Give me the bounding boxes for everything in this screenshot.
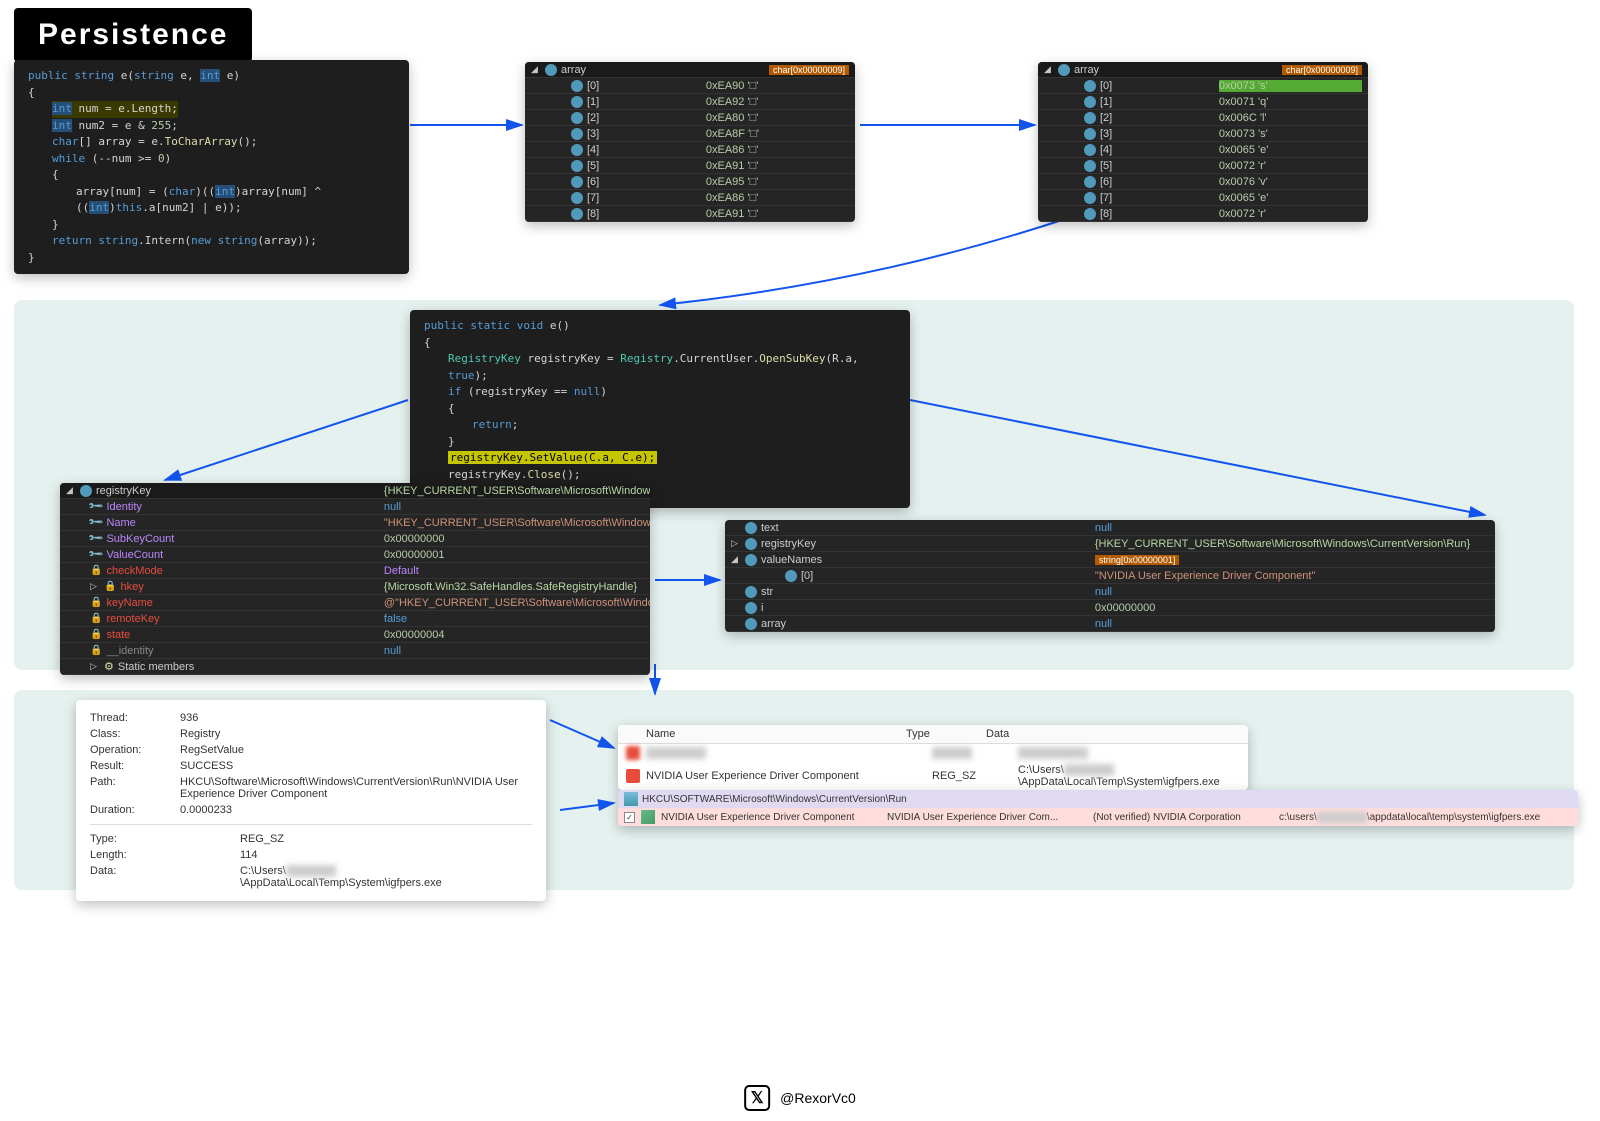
page-title: Persistence <box>14 8 252 62</box>
watch-array-encrypted: ◢arraychar[0x00000009] [0]0xEA90 '□'[1]0… <box>525 62 855 222</box>
procmon-event: Thread:936 Class:Registry Operation:RegS… <box>76 700 546 901</box>
regedit-view: Name Type Data x x x NVIDIA User Experie… <box>618 725 1248 790</box>
autorun-checkbox[interactable]: ✓ <box>624 812 635 823</box>
autoruns-view: HKCU\SOFTWARE\Microsoft\Windows\CurrentV… <box>618 790 1578 826</box>
reg-string-icon <box>626 769 640 783</box>
footer-credit: 𝕏 @RexorVc0 <box>744 1085 856 1111</box>
code-panel-registry: public static void e() { RegistryKey reg… <box>410 310 910 508</box>
x-logo-icon: 𝕏 <box>744 1085 770 1111</box>
watch-array-decrypted: ◢arraychar[0x00000009] [0]0x0073 's'[1]0… <box>1038 62 1368 222</box>
autorun-entry-icon <box>641 810 655 824</box>
code-panel-decrypt: public string e(string e, int e) { int n… <box>14 60 409 274</box>
registry-icon <box>624 792 638 806</box>
watch-valuenames: textnull▷registryKey{HKEY_CURRENT_USER\S… <box>725 520 1495 632</box>
watch-registrykey: ◢registryKey{HKEY_CURRENT_USER\Software\… <box>60 483 650 675</box>
